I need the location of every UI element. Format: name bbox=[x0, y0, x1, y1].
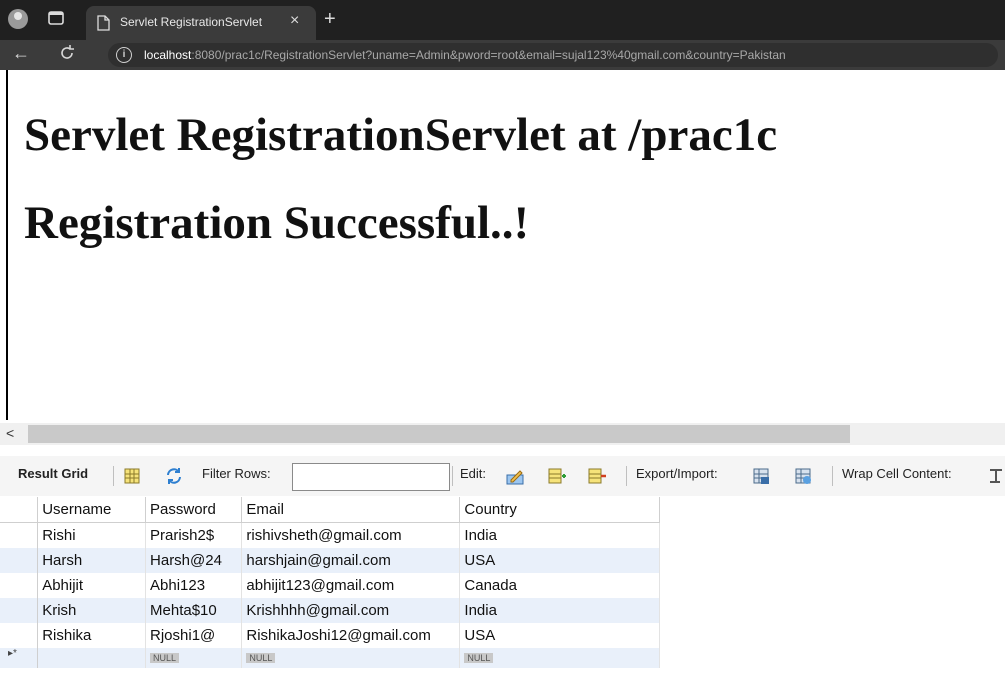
export-icon[interactable] bbox=[752, 467, 770, 485]
toolbar-divider bbox=[626, 466, 627, 486]
success-message: Registration Successful..! bbox=[24, 197, 530, 249]
null-badge: NULL bbox=[464, 653, 494, 663]
cell-password[interactable]: Abhi123 bbox=[145, 573, 243, 598]
browser-tab[interactable]: Servlet RegistrationServlet × bbox=[86, 6, 316, 40]
toolbar-divider bbox=[113, 466, 114, 486]
cell-country[interactable]: USA bbox=[459, 623, 660, 648]
row-selector[interactable] bbox=[0, 573, 39, 598]
column-header-country[interactable]: Country bbox=[459, 497, 660, 523]
tab-bar: Servlet RegistrationServlet × + bbox=[0, 0, 1005, 40]
null-badge: NULL bbox=[150, 653, 180, 663]
cell-username[interactable]: Rishika bbox=[37, 623, 147, 648]
page-heading: Servlet RegistrationServlet at /prac1c bbox=[24, 109, 778, 161]
url-host: localhost bbox=[144, 48, 192, 62]
result-table: Username Password Email Country Rishi Pr… bbox=[0, 497, 660, 668]
toolbar-divider bbox=[832, 466, 833, 486]
cell-username[interactable]: Krish bbox=[37, 598, 147, 623]
new-row[interactable]: ▸* NULL NULL NULL bbox=[0, 648, 660, 668]
profile-avatar[interactable] bbox=[8, 9, 28, 29]
edit-label: Edit: bbox=[460, 466, 487, 481]
insert-row-icon[interactable] bbox=[548, 467, 566, 485]
row-selector-header[interactable] bbox=[0, 497, 39, 523]
filter-rows-input[interactable] bbox=[292, 463, 450, 491]
cell-username[interactable]: Harsh bbox=[37, 548, 147, 573]
cell-email[interactable]: Krishhhh@gmail.com bbox=[241, 598, 461, 623]
scrollbar-thumb[interactable] bbox=[28, 425, 850, 443]
cell-password-null[interactable]: NULL bbox=[145, 648, 243, 668]
cell-email[interactable]: abhijit123@gmail.com bbox=[241, 573, 461, 598]
toolbar-divider bbox=[452, 466, 453, 486]
table-header-row: Username Password Email Country bbox=[0, 497, 660, 523]
url-path: :8080/prac1c/RegistrationServlet?uname=A… bbox=[191, 48, 786, 62]
export-import-label: Export/Import: bbox=[636, 466, 718, 481]
cell-country[interactable]: USA bbox=[459, 548, 660, 573]
result-grid: Username Password Email Country Rishi Pr… bbox=[0, 497, 660, 668]
cell-email[interactable]: rishivsheth@gmail.com bbox=[241, 522, 461, 548]
cell-password[interactable]: Mehta$10 bbox=[145, 598, 243, 623]
table-row[interactable]: Rishika Rjoshi1@ RishikaJoshi12@gmail.co… bbox=[0, 623, 660, 648]
column-header-password[interactable]: Password bbox=[145, 497, 243, 523]
delete-row-icon[interactable] bbox=[588, 467, 606, 485]
column-header-username[interactable]: Username bbox=[37, 497, 147, 523]
new-tab-button[interactable]: + bbox=[324, 9, 336, 29]
result-grid-tab[interactable]: Result Grid bbox=[18, 466, 88, 481]
row-selector[interactable] bbox=[0, 598, 39, 623]
info-icon[interactable]: i bbox=[116, 47, 132, 63]
edit-row-icon[interactable] bbox=[506, 467, 524, 485]
cell-username[interactable]: Rishi bbox=[37, 522, 147, 548]
cell-email[interactable]: RishikaJoshi12@gmail.com bbox=[241, 623, 461, 648]
table-row[interactable]: Harsh Harsh@24 harshjain@gmail.com USA bbox=[0, 548, 660, 573]
row-selector[interactable] bbox=[0, 522, 39, 548]
scroll-left-icon[interactable]: < bbox=[6, 425, 14, 441]
result-toolbar: Result Grid Filter Rows: Edit: Export/Im… bbox=[0, 456, 1005, 496]
cell-country[interactable]: Canada bbox=[459, 573, 660, 598]
grid-layout-icon[interactable] bbox=[123, 467, 141, 485]
filter-rows-label: Filter Rows: bbox=[202, 466, 271, 481]
cell-country[interactable]: India bbox=[459, 522, 660, 548]
address-bar[interactable]: i localhost:8080/prac1c/RegistrationServ… bbox=[108, 43, 998, 67]
table-row[interactable]: Abhijit Abhi123 abhijit123@gmail.com Can… bbox=[0, 573, 660, 598]
tab-title: Servlet RegistrationServlet bbox=[120, 15, 263, 29]
cell-password[interactable]: Prarish2$ bbox=[145, 522, 243, 548]
cell-password[interactable]: Harsh@24 bbox=[145, 548, 243, 573]
new-row-marker[interactable]: ▸* bbox=[0, 648, 39, 668]
cell-email[interactable]: harshjain@gmail.com bbox=[241, 548, 461, 573]
reload-icon[interactable] bbox=[58, 44, 76, 62]
tab-actions-icon[interactable] bbox=[48, 11, 64, 25]
navigation-bar: ← i localhost:8080/prac1c/RegistrationSe… bbox=[0, 40, 1005, 70]
horizontal-scrollbar[interactable]: < bbox=[0, 423, 1005, 445]
cell-email-null[interactable]: NULL bbox=[241, 648, 461, 668]
page-left-border bbox=[6, 70, 8, 420]
back-button[interactable]: ← bbox=[12, 43, 30, 64]
cell-username[interactable]: Abhijit bbox=[37, 573, 147, 598]
close-tab-icon[interactable]: × bbox=[290, 13, 299, 29]
refresh-icon[interactable] bbox=[165, 467, 183, 485]
page-icon bbox=[97, 15, 110, 31]
table-row[interactable]: Rishi Prarish2$ rishivsheth@gmail.com In… bbox=[0, 522, 660, 548]
null-badge: NULL bbox=[246, 653, 276, 663]
cell-password[interactable]: Rjoshi1@ bbox=[145, 623, 243, 648]
url-text: localhost:8080/prac1c/RegistrationServle… bbox=[144, 48, 786, 62]
table-row[interactable]: Krish Mehta$10 Krishhhh@gmail.com India bbox=[0, 598, 660, 623]
row-selector[interactable] bbox=[0, 548, 39, 573]
cell-username-empty[interactable] bbox=[37, 648, 147, 668]
wrap-cell-label: Wrap Cell Content: bbox=[842, 466, 952, 481]
row-selector[interactable] bbox=[0, 623, 39, 648]
import-icon[interactable] bbox=[794, 467, 812, 485]
cell-country-null[interactable]: NULL bbox=[459, 648, 660, 668]
cell-country[interactable]: India bbox=[459, 598, 660, 623]
browser-chrome: Servlet RegistrationServlet × + ← i loca… bbox=[0, 0, 1005, 70]
column-header-email[interactable]: Email bbox=[241, 497, 461, 523]
wrap-cell-icon[interactable] bbox=[988, 467, 1004, 485]
